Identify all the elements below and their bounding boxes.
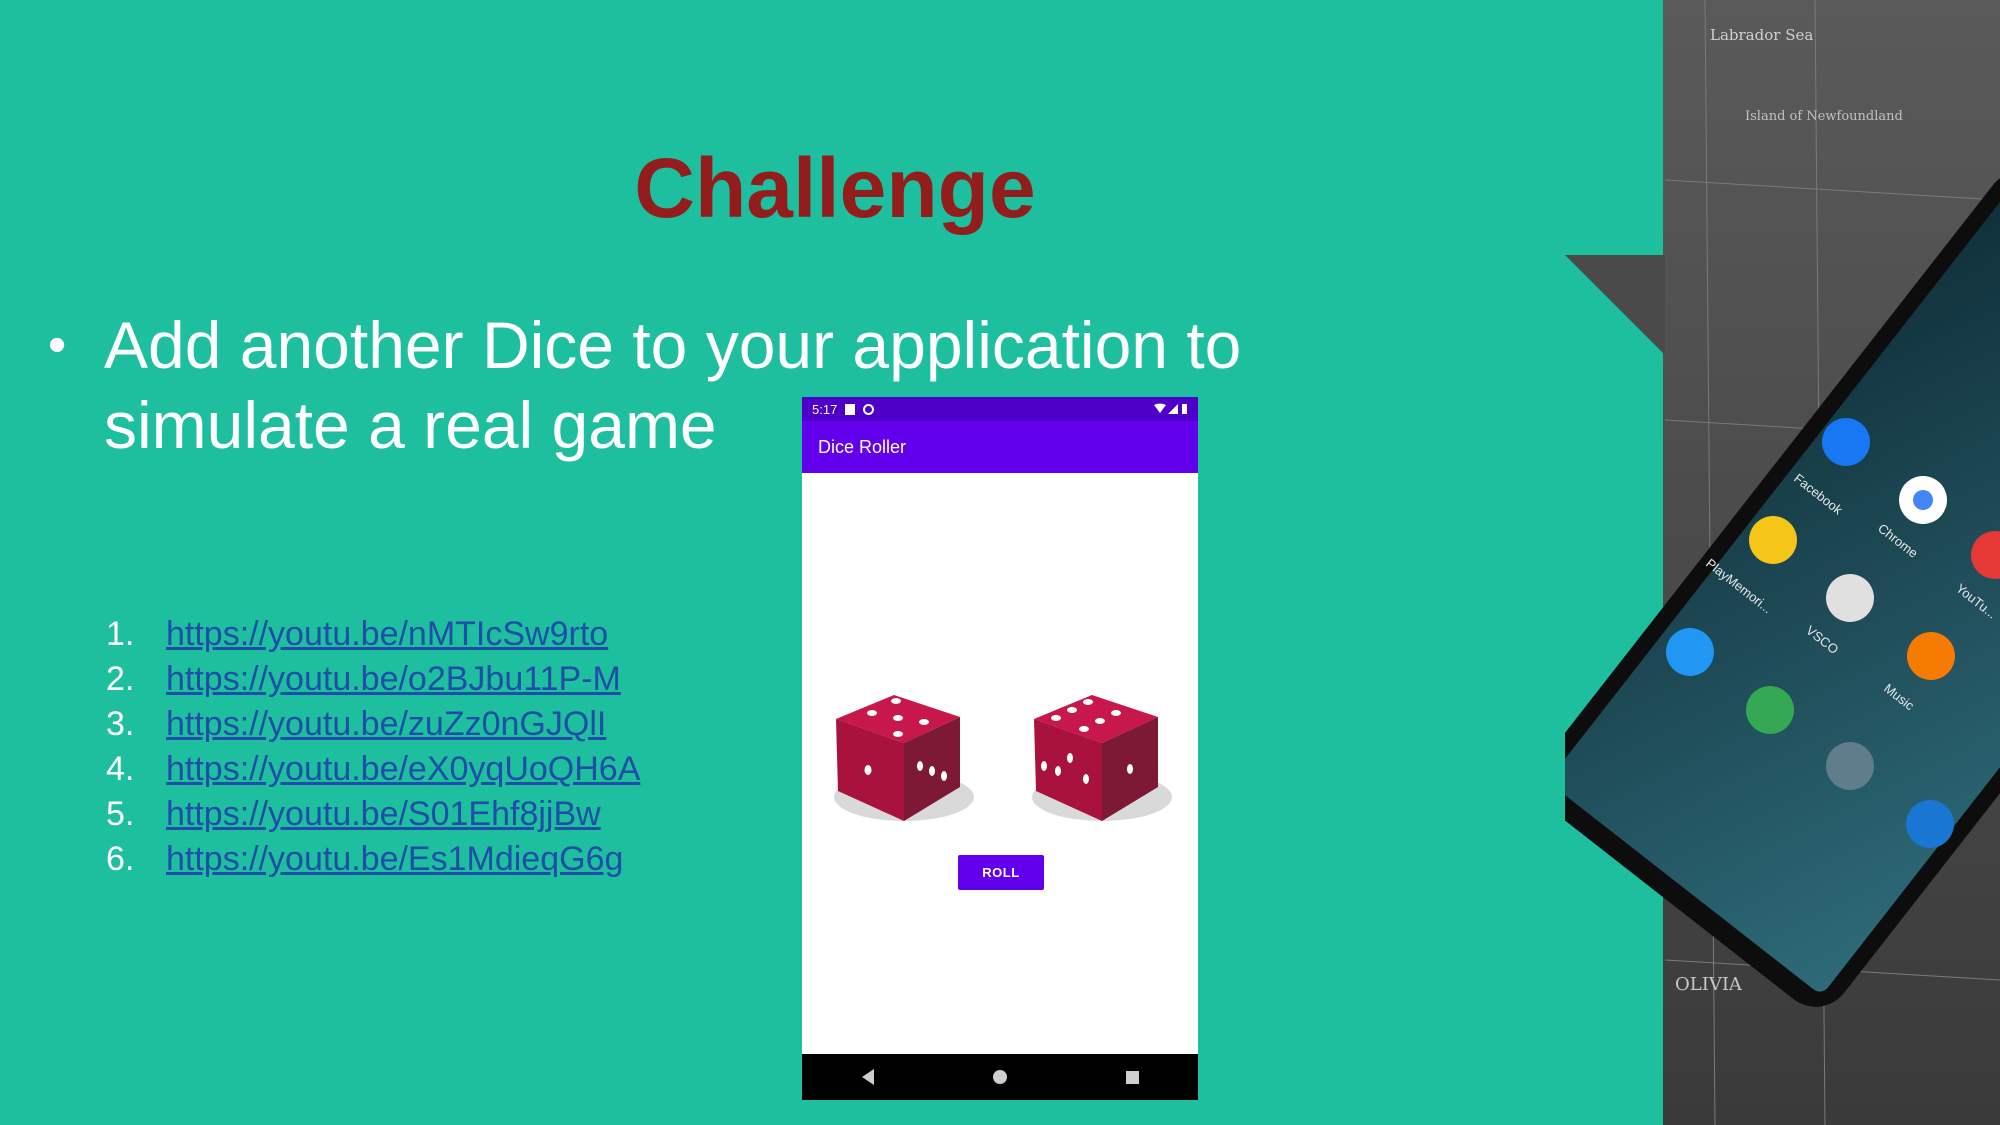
bullet-dot-icon: • <box>48 316 67 374</box>
video-link[interactable]: https://youtu.be/zuZz0nGJQlI <box>166 705 606 743</box>
android-nav-bar <box>802 1054 1198 1100</box>
recent-apps-icon[interactable] <box>1125 1070 1139 1084</box>
messenger-app-icon <box>1666 628 1714 676</box>
list-item: 1. https://youtu.be/nMTIcSw9rto <box>106 612 640 657</box>
list-item: 2. https://youtu.be/o2BJbu11P-M <box>106 657 640 702</box>
roll-button[interactable]: ROLL <box>958 855 1044 890</box>
app-title: Dice Roller <box>818 436 907 457</box>
video-link[interactable]: https://youtu.be/Es1MdieqG6g <box>166 840 623 878</box>
playmemories-app-icon <box>1749 516 1797 564</box>
list-number: 3. <box>106 705 135 743</box>
list-item: 5. https://youtu.be/S01Ehf8jjBw <box>106 792 640 837</box>
map-label: Labrador Sea <box>1710 26 1813 44</box>
list-number: 5. <box>106 795 135 833</box>
list-item: 6. https://youtu.be/Es1MdieqG6g <box>106 837 640 882</box>
list-number: 4. <box>106 750 135 788</box>
app-bar: Dice Roller <box>802 421 1198 473</box>
sync-icon <box>863 403 875 415</box>
phone-screenshot: 5:17 Dice Roller ROLL <box>802 397 1198 1100</box>
list-number: 6. <box>106 840 135 878</box>
home-icon[interactable] <box>992 1070 1007 1084</box>
map-label: OLIVIA <box>1675 974 1743 995</box>
video-link[interactable]: https://youtu.be/S01Ehf8jjBw <box>166 795 601 833</box>
video-link[interactable]: https://youtu.be/o2BJbu11P-M <box>166 660 621 698</box>
slide-title: Challenge <box>634 141 1036 235</box>
phone-app-icon <box>1906 800 1954 848</box>
video-link[interactable]: https://youtu.be/eX0yqUoQH6A <box>166 750 640 788</box>
video-links-list: 1. https://youtu.be/nMTIcSw9rto 2. https:/… <box>106 612 640 882</box>
list-number: 2. <box>106 660 135 698</box>
list-item: 3. https://youtu.be/zuZz0nGJQlI <box>106 702 640 747</box>
sheets-app-icon <box>1746 686 1794 734</box>
vsco-app-icon <box>1826 574 1874 622</box>
status-bar: 5:17 <box>802 397 1198 421</box>
wifi-signal-battery-icon <box>1154 403 1187 414</box>
map-label: Island of Newfoundland <box>1745 109 1903 124</box>
video-link[interactable]: https://youtu.be/nMTIcSw9rto <box>166 615 608 653</box>
camera-app-icon <box>1826 742 1874 790</box>
dice-area: ROLL <box>802 473 1198 1051</box>
music-app-icon <box>1907 632 1955 680</box>
list-number: 1. <box>106 615 135 653</box>
facebook-app-icon <box>1822 418 1870 466</box>
dice-five-icon <box>834 695 974 821</box>
decorative-phone-map-image: Labrador Sea Island of Newfoundland OLIV… <box>1565 0 2000 1125</box>
back-icon[interactable] <box>861 1069 874 1085</box>
dice-six-icon <box>1032 695 1172 821</box>
list-item: 4. https://youtu.be/eX0yqUoQH6A <box>106 747 640 792</box>
status-time: 5:17 <box>812 401 838 417</box>
sd-card-icon <box>845 403 856 415</box>
